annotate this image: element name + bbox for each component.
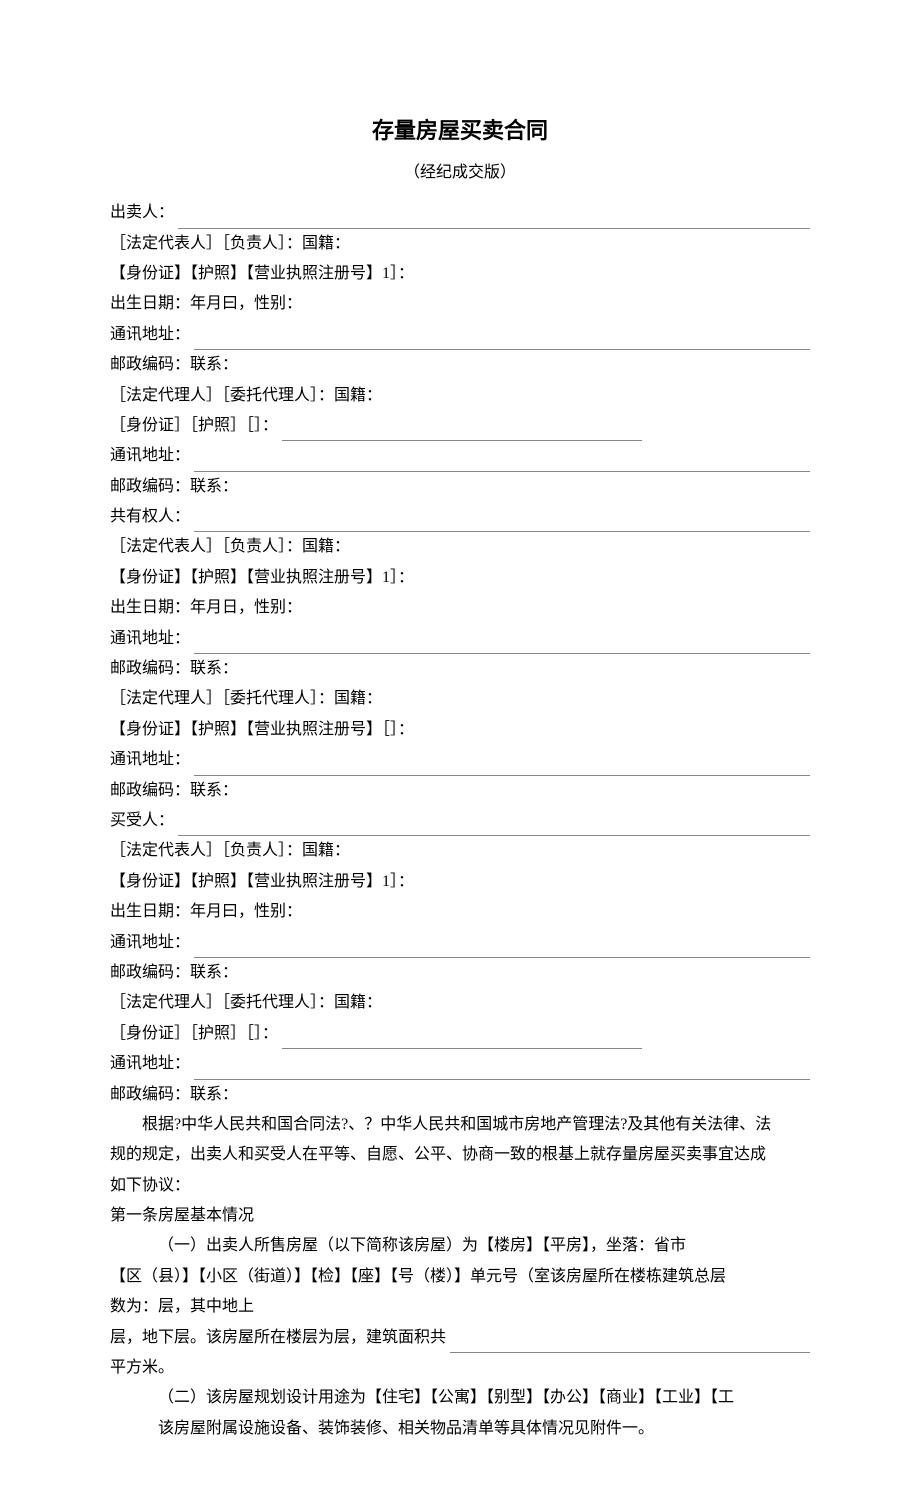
seller-post2: 邮政编码：联系： [110,472,810,502]
seller-id: 【身份证】【护照】【营业执照注册号】1］： [110,259,810,289]
article1-2: （二）该房屋规划设计用途为【住宅】【公寓】【别型】【办公】【商业】【工业】【工 [110,1383,810,1413]
buyer-id: 【身份证】【护照】【营业执照注册号】1］： [110,867,810,897]
buyer-addr2-label: 通讯地址： [110,1049,190,1079]
coowner-rep: ［法定代表人］［负责人］：国籍： [110,532,810,562]
seller-agent-id-line: ［身份证］［护照］［］： [110,411,810,441]
buyer-agent: ［法定代理人］［委托代理人］：国籍： [110,988,810,1018]
buyer-agent-id-label: ［身份证］［护照］［］： [110,1019,278,1049]
article1-1c: 数为：层，其中地上 [110,1292,810,1322]
preamble-line2: 规的规定，出卖人和买受人在平等、自愿、公平、协商一致的根基上就存量房屋买卖事宜达… [110,1140,810,1170]
seller-label: 出卖人： [110,198,174,228]
coowner-id: 【身份证】【护照】【营业执照注册号】1］： [110,563,810,593]
buyer-addr-line: 通讯地址： [110,928,810,958]
blank-line [282,1031,642,1050]
article1-3: 该房屋附属设施设备、装饰装修、相关物品清单等具体情况见附件一。 [110,1414,810,1444]
seller-addr-line: 通讯地址： [110,320,810,350]
coowner-post: 邮政编码：联系： [110,654,810,684]
blank-line [194,514,810,533]
coowner-label: 共有权人： [110,502,190,532]
seller-agent-id-label: ［身份证］［护照］［］： [110,411,278,441]
article1-1d-label: 层，地下层。该房屋所在楼层为层，建筑面积共 [110,1323,446,1353]
buyer-rep: ［法定代表人］［负责人］：国籍： [110,836,810,866]
buyer-birth: 出生日期：年月曰，性别： [110,897,810,927]
seller-birth: 出生日期：年月曰，性别： [110,289,810,319]
seller-post: 邮政编码：联系： [110,350,810,380]
coowner-agent: ［法定代理人］［委托代理人］：国籍： [110,684,810,714]
blank-line [194,1061,810,1080]
buyer-name-line: 买受人： [110,806,810,836]
coowner-addr2-label: 通讯地址： [110,745,190,775]
buyer-addr2-line: 通讯地址： [110,1049,810,1079]
preamble-line1: 根据?中华人民共和国合同法?、？中华人民共和国城市房地产管理法?及其他有关法律、… [110,1110,810,1140]
buyer-label: 买受人： [110,806,174,836]
coowner-name-line: 共有权人： [110,502,810,532]
document-title: 存量房屋买卖合同 [110,110,810,152]
seller-name-line: 出卖人： [110,198,810,228]
article1-1d-line: 层，地下层。该房屋所在楼层为层，建筑面积共 [110,1323,810,1353]
article1-1b: 【区（县）】【小区（街道）】【检】【座】【号（楼）】单元号（室该房屋所在楼栋建筑… [110,1262,810,1292]
buyer-agent-id-line: ［身份证］［护照］［］： [110,1019,810,1049]
coowner-agent-id: 【身份证】【护照】【营业执照注册号】［］： [110,715,810,745]
article1-heading: 第一条房屋基本情况 [110,1201,810,1231]
buyer-post: 邮政编码：联系： [110,958,810,988]
article1-1a: （一）出卖人所售房屋（以下简称该房屋）为【楼房】【平房】，坐落：省市 [110,1231,810,1261]
coowner-addr-label: 通讯地址： [110,624,190,654]
blank-line [194,939,810,958]
buyer-addr-label: 通讯地址： [110,928,190,958]
coowner-addr-line: 通讯地址： [110,624,810,654]
article1-1e: 平方米。 [110,1353,810,1383]
coowner-birth: 出生日期：年月日，性别： [110,593,810,623]
seller-rep: ［法定代表人］［负责人］：国籍： [110,229,810,259]
document-subtitle: （经纪成交版） [110,158,810,188]
seller-agent: ［法定代理人］［委托代理人］：国籍： [110,381,810,411]
blank-line [282,423,642,442]
blank-line [194,757,810,776]
seller-addr-label: 通讯地址： [110,320,190,350]
buyer-post2: 邮政编码：联系： [110,1080,810,1110]
coowner-addr2-line: 通讯地址： [110,745,810,775]
seller-addr2-line: 通讯地址： [110,441,810,471]
blank-line [194,453,810,472]
coowner-post2: 邮政编码：联系： [110,776,810,806]
document-page: 存量房屋买卖合同 （经纪成交版） 出卖人： ［法定代表人］［负责人］：国籍： 【… [0,0,920,1504]
blank-line [178,818,810,837]
seller-addr2-label: 通讯地址： [110,441,190,471]
blank-line [178,210,810,229]
preamble-line3: 如下协议： [110,1171,810,1201]
blank-line [194,332,810,351]
blank-line [450,1334,810,1353]
blank-line [194,635,810,654]
